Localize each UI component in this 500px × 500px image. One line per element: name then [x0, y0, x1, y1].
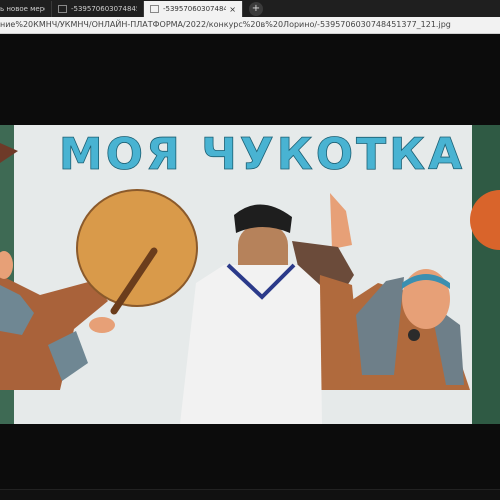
image-file-icon [58, 5, 67, 13]
taskbar [0, 489, 500, 500]
tab-label: ь новое меропр [0, 5, 45, 13]
tab-1[interactable]: ь новое меропр [0, 1, 52, 17]
right-figure-bag [408, 329, 420, 341]
url-text: ние%20КМНЧ/УКМНЧ/ОНЛАЙН-ПЛАТФОРМА/2022/к… [0, 20, 451, 29]
left-figure-hand [89, 317, 115, 333]
drum [76, 189, 198, 307]
tab-strip: ь новое меропр -5395706030748451377_... … [0, 0, 500, 17]
tab-3-active[interactable]: -5395706030748451377_ × [144, 1, 243, 17]
image-viewer: МОЯ ЧУКОТКА [0, 34, 500, 500]
right-board-edge [472, 125, 500, 424]
banner-text: МОЯ ЧУКОТКА [59, 129, 465, 180]
photo-scene: МОЯ ЧУКОТКА [0, 125, 500, 424]
tab-label: -5395706030748451377_... [71, 5, 137, 13]
tab-2[interactable]: -5395706030748451377_... [52, 1, 144, 17]
image-file-icon [150, 5, 159, 13]
photo: МОЯ ЧУКОТКА [0, 125, 500, 424]
close-tab-icon[interactable]: × [229, 5, 236, 14]
address-bar[interactable]: ние%20КМНЧ/УКМНЧ/ОНЛАЙН-ПЛАТФОРМА/2022/к… [0, 17, 500, 34]
tab-label: -5395706030748451377_ [163, 5, 227, 13]
new-tab-button[interactable]: + [249, 2, 263, 16]
